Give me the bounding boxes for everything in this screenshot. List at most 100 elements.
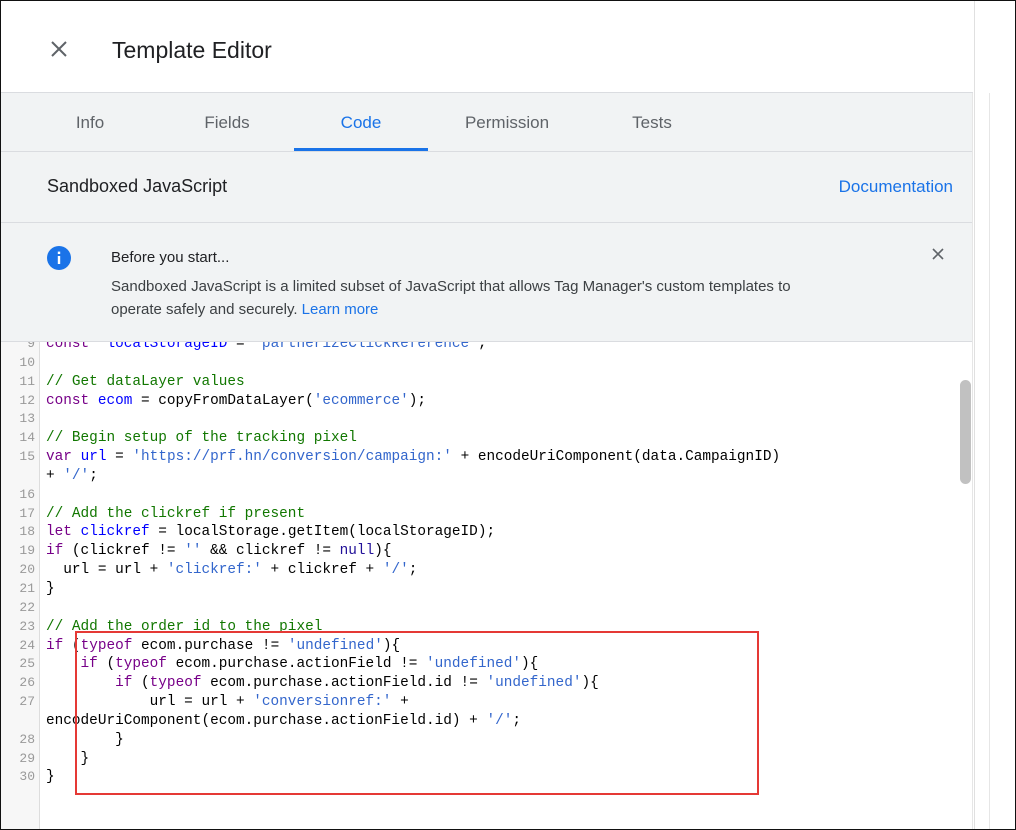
code-token: let xyxy=(46,524,72,541)
code-line: 26 if (typeof ecom.purchase.actionField.… xyxy=(1,674,961,693)
code-token: clickref xyxy=(80,524,150,541)
code-token: ; xyxy=(89,467,98,484)
code-token: = xyxy=(106,449,133,466)
code-line: 12 const ecom = copyFromDataLayer('ecomme… xyxy=(1,392,961,411)
code-token: localStorageID xyxy=(106,342,228,352)
code-token: typeof xyxy=(149,675,202,692)
code-line: 17 // Add the clickref if present xyxy=(1,505,961,524)
code-text: } xyxy=(46,768,55,787)
code-token: = copyFromDataLayer( xyxy=(132,392,314,409)
line-number: 10 xyxy=(19,354,35,370)
code-token: '/' xyxy=(486,712,513,729)
code-line: encodeUriComponent(ecom.purchase.actionF… xyxy=(1,712,961,731)
code-token: 'conversionref:' xyxy=(253,694,392,711)
code-token: const xyxy=(46,342,90,352)
code-line: 29 } xyxy=(1,750,961,769)
line-number: 28 xyxy=(19,731,35,747)
notice-body: Sandboxed JavaScript is a limited subset… xyxy=(111,275,841,321)
line-number: 11 xyxy=(19,373,35,389)
editor-main-panel: Template Editor Info Fields Code Permiss… xyxy=(1,1,973,829)
code-line: 27 url = url + 'conversionref:' + xyxy=(1,693,961,712)
line-number: 19 xyxy=(19,543,35,559)
code-token: url xyxy=(80,449,107,466)
line-number: 25 xyxy=(19,656,35,672)
code-token: 'partnerizeClickReference' xyxy=(253,342,478,352)
code-line: 16 xyxy=(1,486,961,505)
code-token: ; xyxy=(477,342,487,352)
code-text: // Add the order id to the pixel xyxy=(46,618,322,637)
tab-tests[interactable]: Tests xyxy=(607,93,697,151)
panel-divider xyxy=(972,93,973,829)
editor-scrollbar-thumb[interactable] xyxy=(960,380,971,484)
notice-title: Before you start... xyxy=(111,249,230,266)
close-icon[interactable] xyxy=(49,39,69,59)
code-text: if (typeof ecom.purchase.actionField != … xyxy=(46,655,539,674)
page-title: Template Editor xyxy=(112,37,272,63)
line-number: 26 xyxy=(19,675,35,691)
code-token: + encodeUriComponent(data.CampaignID) xyxy=(451,449,781,466)
code-text: // Get dataLayer values xyxy=(46,373,245,392)
line-number: 30 xyxy=(19,769,35,785)
code-token: ecom.purchase.actionField.id != xyxy=(201,675,487,692)
code-token: var xyxy=(46,449,72,466)
code-text: url = url + 'conversionref:' + xyxy=(46,693,409,712)
code-text: if (clickref != '' && clickref != null){ xyxy=(46,542,391,561)
tab-code[interactable]: Code xyxy=(294,93,428,151)
tab-fields[interactable]: Fields xyxy=(182,93,272,151)
code-text: } xyxy=(46,731,124,750)
code-line: 11 // Get dataLayer values xyxy=(1,373,961,392)
code-token: '/' xyxy=(63,467,90,484)
code-token: + clickref + xyxy=(261,562,383,579)
code-token: + xyxy=(46,467,64,484)
documentation-link[interactable]: Documentation xyxy=(839,177,953,197)
code-token: } xyxy=(46,580,55,597)
code-token: // Get dataLayer values xyxy=(46,373,245,390)
line-number: 17 xyxy=(19,505,35,521)
code-token: ){ xyxy=(382,637,401,654)
code-token: 'undefined' xyxy=(486,675,582,692)
code-line: 18 let clickref = localStorage.getItem(lo… xyxy=(1,523,961,542)
code-text: let clickref = localStorage.getItem(loca… xyxy=(46,523,495,542)
code-line: 25 if (typeof ecom.purchase.actionField … xyxy=(1,655,961,674)
close-icon[interactable] xyxy=(931,247,945,261)
code-line: 24 if (typeof ecom.purchase != 'undefined… xyxy=(1,637,961,656)
code-text: const localStorageID = 'partnerizeClickR… xyxy=(46,342,486,354)
line-number: 15 xyxy=(19,449,35,465)
code-token: (clickref != xyxy=(63,543,185,560)
code-token: if xyxy=(46,637,64,654)
code-editor[interactable]: 9 const localStorageID = 'partnerizeClick… xyxy=(1,342,973,829)
code-token: // Add the clickref if present xyxy=(46,505,306,522)
code-token: 'undefined' xyxy=(426,656,522,673)
line-number: 27 xyxy=(19,694,35,710)
code-text: // Begin setup of the tracking pixel xyxy=(46,429,357,448)
code-token: if xyxy=(46,543,64,560)
learn-more-link[interactable]: Learn more xyxy=(302,301,379,318)
code-text: } xyxy=(46,750,90,769)
code-token: 'ecommerce' xyxy=(313,392,409,409)
code-token: 'clickref:' xyxy=(166,562,262,579)
code-line: 10 xyxy=(1,354,961,373)
code-line: 23 // Add the order id to the pixel xyxy=(1,618,961,637)
code-lines: 9 const localStorageID = 'partnerizeClick… xyxy=(1,342,961,787)
line-number: 14 xyxy=(19,430,35,446)
code-token: ); xyxy=(408,392,427,409)
code-token: ( xyxy=(63,637,81,654)
code-line: 19 if (clickref != '' && clickref != null… xyxy=(1,542,961,561)
info-icon xyxy=(47,246,71,270)
code-token: // Add the order id to the pixel xyxy=(46,618,323,635)
tab-info[interactable]: Info xyxy=(55,93,125,151)
code-token: ecom.purchase != xyxy=(132,637,288,654)
code-token: ; xyxy=(512,712,521,729)
section-header: Sandboxed JavaScript Documentation xyxy=(1,152,973,223)
line-number: 23 xyxy=(19,618,35,634)
tab-permission[interactable]: Permission xyxy=(447,93,567,151)
line-number: 21 xyxy=(19,580,35,596)
code-token: = localStorage.getItem(localStorageID); xyxy=(149,524,496,541)
code-line: + '/'; xyxy=(1,467,961,486)
code-token: ){ xyxy=(581,675,599,692)
